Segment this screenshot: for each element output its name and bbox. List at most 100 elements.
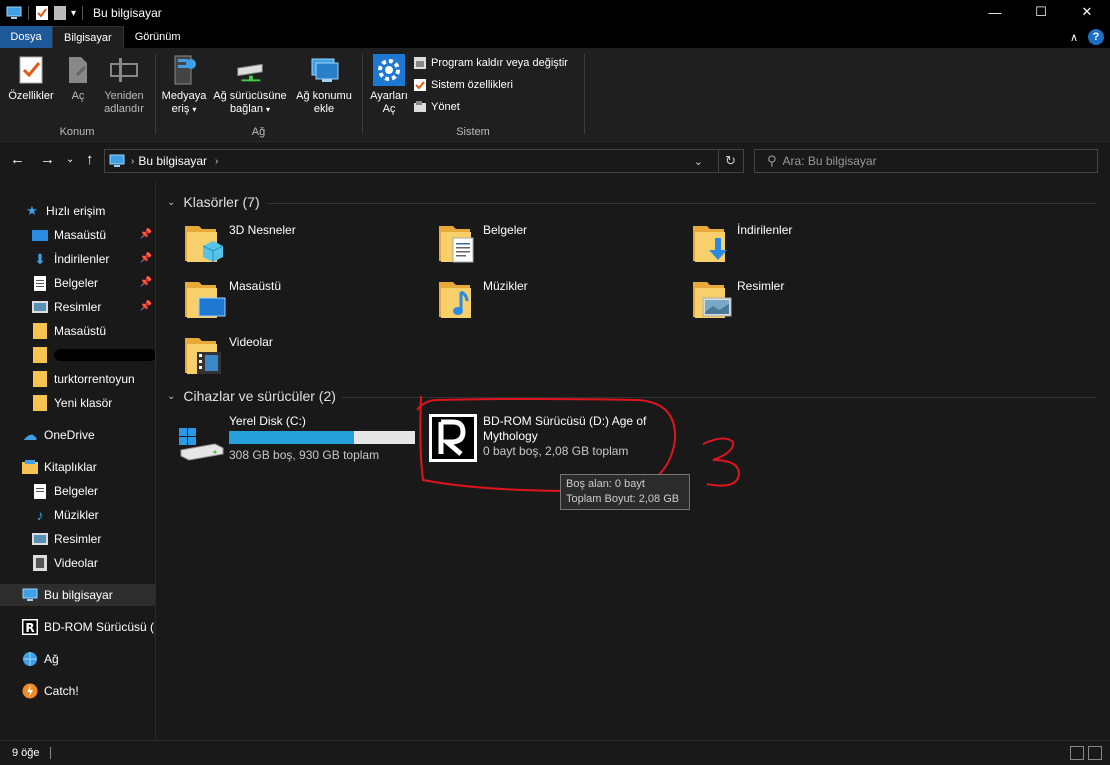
nav-item-documents[interactable]: Belgeler 📌 [0, 272, 155, 294]
nav-item-pictures[interactable]: Resimler 📌 [0, 296, 155, 318]
folder-pictures[interactable]: Resimler [691, 278, 784, 322]
open-settings-button[interactable]: Ayarları Aç [367, 54, 411, 116]
media-access-button[interactable]: Medyaya eriş ▾ [160, 54, 208, 116]
drive-d-name-line2: Mythology [483, 429, 538, 443]
new-folder-quick-icon[interactable] [53, 5, 67, 21]
folder-downloads[interactable]: İndirilenler [691, 222, 792, 266]
nav-item-folder-desktop[interactable]: Masaüstü [0, 320, 155, 342]
open-button[interactable]: Aç [64, 54, 92, 103]
nav-lib-pictures[interactable]: Resimler [0, 528, 155, 550]
details-view-button[interactable] [1070, 746, 1084, 760]
tab-view[interactable]: Görünüm [124, 26, 192, 48]
search-box[interactable]: ⚲ Ara: Bu bilgisayar [754, 149, 1098, 173]
ribbon: Özellikler Aç Yeniden adlandır Konum Med… [0, 48, 1110, 142]
folder-music[interactable]: Müzikler [437, 278, 528, 322]
cloud-icon: ☁ [22, 427, 38, 444]
address-dropdown-icon[interactable]: ⌄ [694, 155, 703, 168]
forward-button[interactable]: → [40, 151, 55, 168]
pictures-folder-icon [691, 278, 735, 322]
devices-group-header[interactable]: ⌄ Cihazlar ve sürücüler (2) [167, 388, 336, 404]
lightning-icon [22, 683, 38, 699]
nav-libraries[interactable]: Kitaplıklar [0, 456, 155, 478]
nav-lib-music[interactable]: ♪ Müzikler [0, 504, 155, 526]
folder-icon [32, 347, 48, 363]
folder-3d-objects[interactable]: 3D Nesneler [183, 222, 296, 266]
nav-item-desktop[interactable]: Masaüstü 📌 [0, 224, 155, 246]
add-network-location-button[interactable]: Ağ konumu ekle [292, 54, 356, 116]
breadcrumb-this-pc[interactable]: Bu bilgisayar [138, 154, 207, 168]
download-icon: ⬇ [34, 250, 46, 267]
close-button[interactable]: ✕ [1064, 0, 1110, 24]
search-icon: ⚲ [767, 153, 777, 168]
system-properties-button[interactable]: Sistem özellikleri [413, 78, 513, 92]
nav-item-new-folder[interactable]: Yeni klasör [0, 392, 155, 414]
documents-folder-icon [437, 222, 481, 266]
nav-lib-videos[interactable]: Videolar [0, 552, 155, 574]
drive-d-bd-rom[interactable]: BD-ROM Sürücüsü (D:) Age of Mythology 0 … [429, 414, 646, 462]
nav-item-turktorrentoyun[interactable]: turktorrentoyun [0, 368, 155, 390]
videos-folder-icon [183, 334, 227, 378]
pin-icon[interactable]: 📌 [140, 229, 152, 240]
nav-item-downloads[interactable]: ⬇ İndirilenler 📌 [0, 248, 155, 270]
chevron-down-icon: ⌄ [167, 196, 176, 208]
maximize-button[interactable]: ☐ [1018, 0, 1064, 24]
pictures-icon [32, 299, 48, 315]
large-icons-view-button[interactable] [1088, 746, 1102, 760]
nav-this-pc[interactable]: Bu bilgisayar [0, 584, 155, 606]
rename-button[interactable]: Yeniden adlandır [98, 54, 150, 116]
quick-access-dropdown-icon[interactable]: ▾ [71, 8, 76, 19]
redacted-scribble [54, 349, 155, 361]
folder-videos[interactable]: Videolar [183, 334, 273, 378]
back-button[interactable]: ← [10, 151, 25, 168]
pin-icon[interactable]: 📌 [140, 301, 152, 312]
library-icon [22, 459, 38, 475]
uninstall-program-button[interactable]: Program kaldır veya değiştir [413, 56, 568, 70]
breadcrumb-separator-icon[interactable]: › [215, 156, 218, 167]
address-bar[interactable]: › Bu bilgisayar › ⌄ ↻ [104, 149, 744, 173]
nav-lib-documents[interactable]: Belgeler [0, 480, 155, 502]
breadcrumb-separator-icon[interactable]: › [131, 156, 134, 167]
help-icon[interactable]: ? [1088, 29, 1104, 45]
ribbon-group-network: Medyaya eriş ▾ Ağ sürücüsüne bağlan ▾ Ağ… [156, 48, 361, 142]
folder-icon [32, 371, 48, 387]
folders-group-header[interactable]: ⌄ Klasörler (7) [167, 194, 260, 210]
drive-c[interactable]: Yerel Disk (C:) 308 GB boş, 930 GB topla… [177, 414, 415, 463]
chevron-down-icon: ▾ [192, 105, 197, 114]
nav-network[interactable]: Ağ [0, 648, 155, 670]
music-folder-icon [437, 278, 481, 322]
drive-d-name-line1: BD-ROM Sürücüsü (D:) Age of [483, 414, 647, 428]
manage-button[interactable]: Yönet [413, 100, 460, 114]
nav-bd-rom[interactable]: R BD-ROM Sürücüsü (D [0, 616, 155, 638]
search-input[interactable]: Ara: Bu bilgisayar [783, 154, 877, 168]
tab-computer[interactable]: Bilgisayar [52, 26, 124, 48]
window-title: Bu bilgisayar [93, 6, 162, 20]
computer-icon [109, 154, 125, 167]
pin-icon[interactable]: 📌 [140, 253, 152, 264]
desktop-folder-icon [183, 278, 227, 322]
rename-icon [110, 58, 138, 82]
up-button[interactable]: ↑ [86, 151, 94, 168]
collapse-ribbon-icon[interactable]: ∧ [1070, 31, 1078, 44]
nav-catch[interactable]: Catch! [0, 680, 155, 702]
ribbon-group-system: Ayarları Aç Program kaldır veya değiştir… [363, 48, 583, 142]
minimize-button[interactable]: — [972, 0, 1018, 24]
navigation-pane: ★ Hızlı erişim Masaüstü 📌 ⬇ İndirilenler… [0, 182, 156, 738]
pin-icon[interactable]: 📌 [140, 277, 152, 288]
refresh-icon[interactable]: ↻ [725, 153, 736, 169]
group-label-location: Konum [59, 126, 95, 138]
bd-rom-drive-icon: R [22, 619, 38, 635]
folder-desktop[interactable]: Masaüstü [183, 278, 281, 322]
folder-documents[interactable]: Belgeler [437, 222, 527, 266]
recent-locations-dropdown[interactable]: ⌄ [66, 154, 74, 165]
manage-icon [414, 101, 426, 112]
video-icon [32, 555, 48, 571]
nav-onedrive[interactable]: ☁ OneDrive [0, 424, 155, 446]
nav-item-redacted-folder[interactable] [0, 344, 155, 366]
properties-button[interactable]: Özellikler [6, 54, 56, 103]
desktop-icon [32, 227, 48, 243]
nav-quick-access[interactable]: ★ Hızlı erişim [0, 200, 155, 222]
properties-quick-icon[interactable] [35, 5, 49, 21]
map-network-drive-button[interactable]: Ağ sürücüsüne bağlan ▾ [210, 54, 290, 116]
network-drive-icon [237, 63, 263, 82]
tab-file[interactable]: Dosya [0, 26, 52, 48]
